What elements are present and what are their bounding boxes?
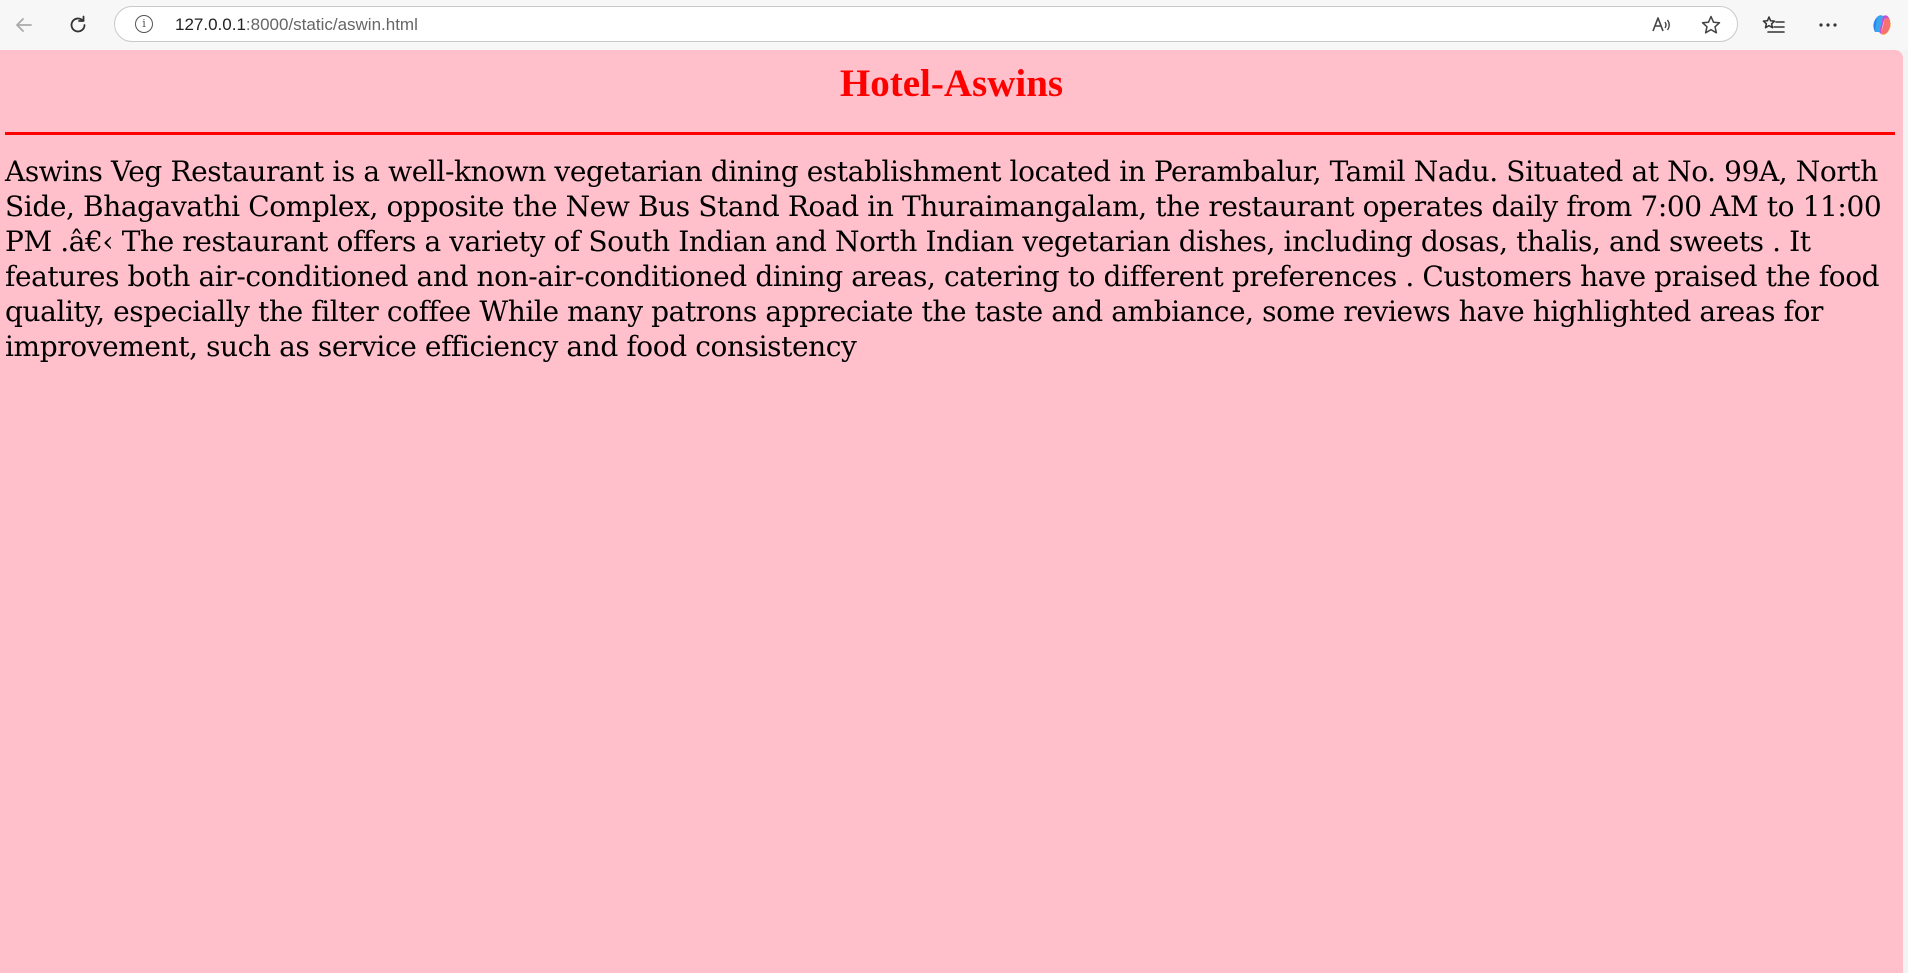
read-aloud-button[interactable]: [1649, 13, 1673, 37]
arrow-left-icon: [16, 18, 32, 32]
favorites-button[interactable]: [1758, 9, 1790, 41]
scrollbar-track[interactable]: [1903, 50, 1908, 973]
reload-button[interactable]: [62, 9, 94, 41]
address-bar[interactable]: i 127.0.0.1:8000/static/aswin.html: [114, 6, 1738, 42]
read-aloud-icon: [1652, 17, 1670, 32]
back-button[interactable]: [8, 9, 40, 41]
browser-toolbar: i 127.0.0.1:8000/static/aswin.html: [0, 0, 1908, 50]
favorite-button[interactable]: [1699, 13, 1723, 37]
url-host: 127.0.0.1: [175, 15, 246, 34]
copilot-button[interactable]: [1866, 9, 1898, 41]
reload-icon: [70, 15, 86, 33]
star-icon: [1701, 15, 1721, 34]
restaurant-description: Aswins Veg Restaurant is a well-known ve…: [5, 155, 1882, 363]
more-button[interactable]: [1812, 9, 1844, 41]
page-content: Hotel-Aswins Aswins Veg Restaurant is a …: [0, 50, 1903, 973]
page-title: Hotel-Aswins: [839, 62, 1064, 105]
info-icon[interactable]: i: [135, 15, 153, 33]
url-path: :8000/static/aswin.html: [245, 15, 418, 34]
url-text[interactable]: 127.0.0.1:8000/static/aswin.html: [175, 15, 418, 35]
favorites-list-icon: [1762, 16, 1785, 33]
more-dots-icon: [1819, 23, 1837, 27]
copilot-icon: [1873, 15, 1891, 35]
horizontal-rule: [5, 132, 1895, 135]
